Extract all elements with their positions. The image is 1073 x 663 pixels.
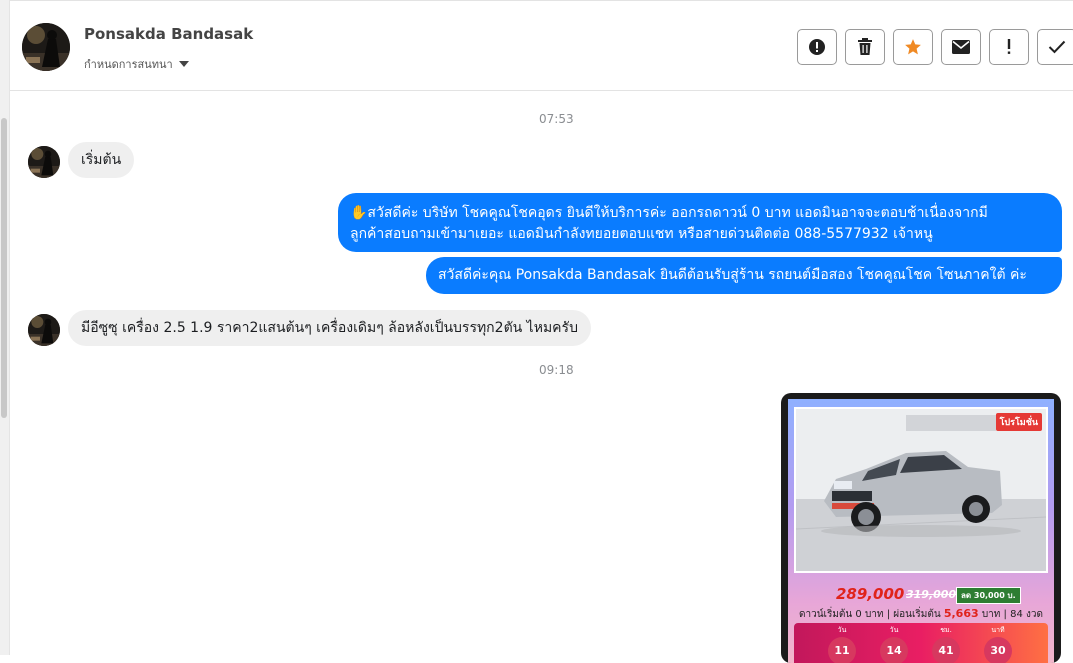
terms-suffix: บาท | 84 งวด [981,609,1044,620]
pickup-truck-image [796,409,1046,571]
sale-price: 289,000 [836,585,905,603]
spam-button[interactable] [797,29,837,65]
countdown-days-2: วัน 14 [874,625,914,663]
mail-button[interactable] [941,29,981,65]
installment-amount: 5,663 [943,607,979,620]
terms-prefix: ดาวน์เริ่มต้น 0 บาท | ผ่อนเริ่มต้น [798,609,941,620]
conversation-setting-label: กำหนดการสนทนา [84,58,173,71]
outgoing-message: ✋สวัสดีค่ะ บริษัท โชคคูณโชคอุดร ยินดีให้… [338,193,1062,252]
promo-card-body: โปรโมชั่น 289,000 319,000 ลด 30,000 บ. ด… [788,399,1054,663]
car-photo: โปรโมชั่น [794,407,1048,573]
delete-button[interactable] [845,29,885,65]
incoming-message: มีอีซูซุ เครื่อง 2.5 1.9 ราคา2แสนต้นๆ เค… [68,310,591,346]
exclamation-circle-icon [809,39,825,55]
message-timestamp: 07:53 [539,112,574,126]
promo-countdown: วัน 11 วัน 14 ชม. 41 นาที 30 [794,623,1048,663]
contact-avatar-small[interactable] [28,314,60,346]
conversation-setting-dropdown[interactable]: กำหนดการสนทนา [84,55,189,73]
car-promo-image[interactable]: โปรโมชั่น 289,000 319,000 ลด 30,000 บ. ด… [781,393,1061,663]
outgoing-message-line: ✋สวัสดีค่ะ บริษัท โชคคูณโชคอุดร ยินดีให้… [350,205,988,221]
discount-badge: ลด 30,000 บ. [956,587,1021,604]
exclamation-icon [1007,39,1011,54]
outgoing-message-line: ลูกค้าสอบถามเข้ามาเยอะ แอดมินกำลังทยอยตอ… [350,226,933,242]
promo-tag: โปรโมชั่น [995,413,1042,431]
price-row: 289,000 319,000 ลด 30,000 บ. [788,585,1054,604]
countdown-minutes: นาที 30 [978,625,1018,663]
countdown-hours: ชม. 41 [926,625,966,663]
contact-name: Ponsakda Bandasak [84,25,254,43]
finance-terms: ดาวน์เริ่มต้น 0 บาท | ผ่อนเริ่มต้น 5,663… [788,607,1054,622]
star-button[interactable] [893,29,933,65]
left-scrollbar[interactable] [0,0,10,655]
done-button[interactable] [1037,29,1073,65]
check-icon [1048,40,1066,54]
contact-avatar[interactable] [22,23,70,71]
trash-icon [858,38,872,55]
conversation-header: Ponsakda Bandasak กำหนดการสนทนา [10,0,1073,91]
important-button[interactable] [989,29,1029,65]
incoming-message: เริ่มต้น [68,142,135,178]
scrollbar-thumb[interactable] [1,118,7,418]
outgoing-message: สวัสดีค่ะคุณ Ponsakda Bandasak ยินดีต้อน… [426,257,1062,294]
message-timestamp: 09:18 [539,363,574,377]
header-actions [797,29,1073,65]
original-price: 319,000 [906,588,957,601]
countdown-days: วัน 11 [822,625,862,663]
envelope-icon [952,40,970,54]
caret-down-icon [178,61,189,67]
contact-avatar-small[interactable] [28,146,60,178]
star-icon [905,39,921,55]
